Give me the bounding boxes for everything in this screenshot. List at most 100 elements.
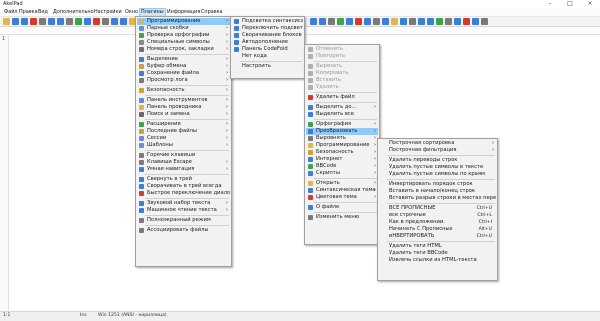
menu-7[interactable]: Плагины [139, 8, 166, 17]
toolbar-button[interactable] [481, 18, 488, 25]
maximize-button[interactable]: □ [560, 0, 580, 8]
toolbar-button[interactable] [364, 18, 371, 25]
menu-item[interactable]: Панель CodeFold [232, 46, 303, 53]
menu-item[interactable]: Удалить файл [306, 94, 378, 101]
toolbar-button[interactable] [427, 18, 434, 25]
menu-item[interactable]: Повторить [306, 53, 378, 60]
menu-item[interactable]: Специальные символы › [137, 39, 230, 46]
menu-item[interactable]: Сохранение файла › [137, 70, 230, 77]
menu-item[interactable]: Начинать С Прописных Alt+U [379, 226, 496, 233]
menu-item[interactable]: Построчная фильтрация › [379, 147, 496, 154]
menu-item[interactable]: Последние файлы › [137, 128, 230, 135]
menu-item[interactable]: Буфер обмена › [137, 63, 230, 70]
menu-1[interactable]: Файл [3, 9, 19, 16]
toolbar-button[interactable] [48, 18, 55, 25]
menu-item[interactable]: Сворачивать в трей всегда [137, 183, 230, 190]
menu-6[interactable]: Окно [124, 9, 139, 16]
menu-item[interactable]: Настроить [232, 63, 303, 70]
toolbar-button[interactable] [30, 18, 37, 25]
menu-item[interactable]: Горячие клавиши [137, 152, 230, 159]
menu-item[interactable]: Изменить меню [306, 214, 378, 221]
menu-item[interactable]: Нет кода [232, 53, 303, 60]
toolbar-button[interactable] [12, 18, 19, 25]
toolbar-button[interactable] [66, 18, 73, 25]
toolbar-button[interactable] [75, 18, 82, 25]
menu-item[interactable]: Преобразовать › [306, 128, 378, 135]
menu-item[interactable]: Построчная сортировка › [379, 140, 496, 147]
toolbar-button[interactable] [39, 18, 46, 25]
menu-item[interactable]: Интернет › [306, 156, 378, 163]
toolbar-button[interactable] [472, 18, 479, 25]
toolbar-button[interactable] [337, 18, 344, 25]
toolbar-button[interactable] [328, 18, 335, 25]
menu-item[interactable]: Проверка орфографии › [137, 32, 230, 39]
menu-item[interactable]: О файле [306, 204, 378, 211]
menu-item[interactable]: Безопасность › [137, 87, 230, 94]
menu-item[interactable]: Программирование › [137, 18, 230, 25]
menu-item[interactable]: Сессии › [137, 135, 230, 142]
menu-item[interactable]: Как в предложении. Ctrl+I [379, 219, 496, 226]
toolbar-button[interactable] [21, 18, 28, 25]
menu-item[interactable]: Свернуть в трей [137, 176, 230, 183]
menu-item[interactable]: Подсветка синтаксиса [232, 18, 303, 25]
menu-item[interactable]: Открыть › [306, 180, 378, 187]
toolbar-button[interactable] [319, 18, 326, 25]
menu-item[interactable]: Инвертировать порядок строк [379, 181, 496, 188]
menu-item[interactable]: Безопасность › [306, 149, 378, 156]
menu-item[interactable]: Вставить в начало/конец строк [379, 188, 496, 195]
menu-item[interactable]: BBCode › [306, 163, 378, 170]
toolbar-button[interactable] [445, 18, 452, 25]
toolbar-button[interactable] [409, 18, 416, 25]
menu-item[interactable]: Сворачивание блоков [232, 32, 303, 39]
menu-item[interactable]: все строчные Ctrl+L [379, 212, 496, 219]
toolbar-button[interactable] [93, 18, 100, 25]
menu-item[interactable]: Выделение › [137, 56, 230, 63]
toolbar-button[interactable] [436, 18, 443, 25]
menu-item[interactable]: иНВЕРТИРОВАТЬ Ctrl+U [379, 233, 496, 240]
menu-item[interactable]: Удалить переводы строк [379, 157, 496, 164]
menu-item[interactable]: Выделить все [306, 111, 378, 118]
menu-item[interactable]: Вырезать [306, 63, 378, 70]
toolbar-button[interactable] [102, 18, 109, 25]
menu-item[interactable]: ВСЕ ПРОПИСНЫЕ Ctrl+U [379, 205, 496, 212]
menu-4[interactable]: Дополнительно [52, 9, 95, 16]
toolbar-button[interactable] [418, 18, 425, 25]
menu-item[interactable]: Шаблоны › [137, 142, 230, 149]
toolbar-button[interactable] [373, 18, 380, 25]
menu-item[interactable]: Цветовая тема › [306, 194, 378, 201]
toolbar-button[interactable] [57, 18, 64, 25]
menu-item[interactable]: Быстрое переключение диалогов [137, 190, 230, 197]
menu-item[interactable]: Удалить пустые символы в тексте [379, 164, 496, 171]
menu-item[interactable]: Выделить до... › [306, 104, 378, 111]
toolbar-button[interactable] [84, 18, 91, 25]
toolbar-button[interactable] [3, 18, 10, 25]
menu-item[interactable]: Панель инструментов › [137, 97, 230, 104]
menu-8[interactable]: Информация [166, 9, 201, 16]
menu-9[interactable]: Справка [200, 9, 224, 16]
menu-2[interactable]: Правка [18, 9, 39, 16]
menu-item[interactable]: Машинное чтение текста › [137, 207, 230, 214]
toolbar-button[interactable] [454, 18, 461, 25]
menu-item[interactable]: Синтаксическая тема › [306, 187, 378, 194]
menu-item[interactable]: Вставить [306, 77, 378, 84]
minimize-button[interactable]: – [540, 0, 560, 8]
menu-item[interactable]: Орфография › [306, 121, 378, 128]
toolbar-button[interactable] [111, 18, 118, 25]
menu-item[interactable]: Полноэкранный режим [137, 217, 230, 224]
menu-item[interactable]: Удалить теги HTML [379, 243, 496, 250]
menu-item[interactable]: Удалить пустые символы по краям [379, 171, 496, 178]
menu-item[interactable]: Поиск и замена › [137, 111, 230, 118]
menu-3[interactable]: Вид [37, 9, 49, 16]
menu-item[interactable]: Парные скобки › [137, 25, 230, 32]
menu-item[interactable]: Отменить [306, 46, 378, 53]
toolbar-button[interactable] [120, 18, 127, 25]
menu-item[interactable]: Расширения › [137, 121, 230, 128]
toolbar-button[interactable] [391, 18, 398, 25]
menu-item[interactable]: Умная навигация › [137, 166, 230, 173]
toolbar-button[interactable] [355, 18, 362, 25]
menu-5[interactable]: Настройки [93, 9, 123, 16]
menu-item[interactable]: Извлечь ссылки из HTML-текста [379, 257, 496, 264]
menu-item[interactable]: Выровнять › [306, 135, 378, 142]
menu-item[interactable]: Клавиши Escape › [137, 159, 230, 166]
toolbar-button[interactable] [463, 18, 470, 25]
